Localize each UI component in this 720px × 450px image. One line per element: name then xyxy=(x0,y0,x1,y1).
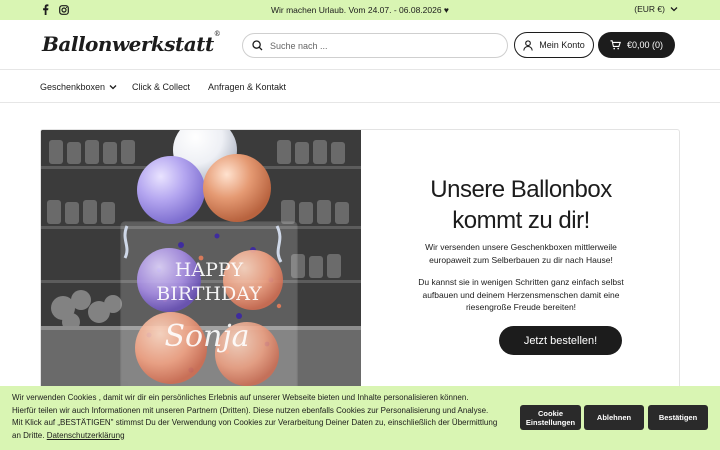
cookie-text-line3: Mit Klick auf „BESTÄTIGEN" stimmst Du de… xyxy=(12,418,498,427)
cart-button[interactable]: €0,00 (0) xyxy=(598,32,675,58)
chevron-down-icon xyxy=(670,7,678,12)
box-text-happy: HAPPY xyxy=(175,259,244,281)
cookie-settings-button[interactable]: Cookie Einstellungen xyxy=(520,405,581,430)
cookie-settings-line2: Einstellungen xyxy=(525,417,576,427)
hero-paragraph-2: Du kannst sie in wenigen Schritten ganz … xyxy=(418,277,624,312)
announcement-text: Wir machen Urlaub. Vom 24.07. - 06.08.20… xyxy=(271,5,449,15)
box-text-birthday: BIRTHDAY xyxy=(156,283,262,305)
hero-section: HAPPY BIRTHDAY Sonja Unsere Ballonbox ko… xyxy=(40,129,680,399)
cart-total: €0,00 (0) xyxy=(626,40,664,50)
logo-registered-mark: ® xyxy=(213,30,221,38)
hero-content: Unsere Ballonbox kommt zu dir! Wir verse… xyxy=(361,130,679,398)
box-text-name: Sonja xyxy=(164,319,249,354)
currency-selector[interactable]: (EUR €) xyxy=(634,4,678,14)
nav-item-click-collect[interactable]: Click & Collect xyxy=(132,82,190,92)
search-input[interactable] xyxy=(270,40,490,51)
announcement-bar: Wir machen Urlaub. Vom 24.07. - 06.08.20… xyxy=(0,0,720,20)
hero-title-line1: Unsere Ballonbox xyxy=(430,176,612,203)
cookie-accept-button[interactable]: Bestätigen xyxy=(648,405,708,430)
account-label: Mein Konto xyxy=(539,40,585,50)
nav-item-anfragen-kontakt[interactable]: Anfragen & Kontakt xyxy=(208,82,286,92)
logo-text: Ballonwerkstatt xyxy=(42,32,214,56)
main-navigation: Geschenkboxen Click & Collect Anfragen &… xyxy=(0,71,720,103)
hero-title: Unsere Ballonbox kommt zu dir! xyxy=(361,174,679,236)
cart-icon xyxy=(610,40,621,50)
cookie-text-line1: Wir verwenden Cookies , damit wir dir ei… xyxy=(12,393,469,402)
search-bar[interactable] xyxy=(242,33,508,58)
nav-item-label: Anfragen & Kontakt xyxy=(208,82,287,92)
privacy-policy-link[interactable]: Datenschutzerklärung xyxy=(47,431,125,440)
nav-item-geschenkboxen[interactable]: Geschenkboxen xyxy=(40,82,117,92)
cookie-text: Wir verwenden Cookies , damit wir dir ei… xyxy=(12,392,512,442)
order-now-button[interactable]: Jetzt bestellen! xyxy=(499,326,622,355)
balloon-box-image: HAPPY BIRTHDAY Sonja xyxy=(41,130,361,398)
cookie-text-line4-start: an Dritte. xyxy=(12,430,45,440)
hero-paragraph-1: Wir versenden unsere Geschenkboxen mittl… xyxy=(425,242,617,265)
cookie-text-line4: an Dritte. Datenschutzerklärung xyxy=(12,430,512,443)
currency-label: (EUR €) xyxy=(634,4,665,14)
site-header: Ballonwerkstatt® Mein Konto €0,00 (0) xyxy=(0,20,720,70)
nav-item-label: Geschenkboxen xyxy=(40,82,106,92)
cookie-settings-line1: Cookie xyxy=(537,408,563,418)
search-icon xyxy=(252,40,263,51)
logo[interactable]: Ballonwerkstatt® xyxy=(42,30,221,56)
chevron-down-icon xyxy=(109,85,117,90)
cookie-text-line2: Hierfür teilen wir auch Informationen mi… xyxy=(12,405,489,415)
hero-title-line2: kommt zu dir! xyxy=(452,207,590,234)
hero-image: HAPPY BIRTHDAY Sonja xyxy=(41,130,361,398)
user-icon xyxy=(523,39,533,51)
nav-item-label: Click & Collect xyxy=(132,82,191,92)
cookie-decline-button[interactable]: Ablehnen xyxy=(584,405,644,430)
account-button[interactable]: Mein Konto xyxy=(514,32,594,58)
cookie-banner: Wir verwenden Cookies , damit wir dir ei… xyxy=(0,386,720,450)
